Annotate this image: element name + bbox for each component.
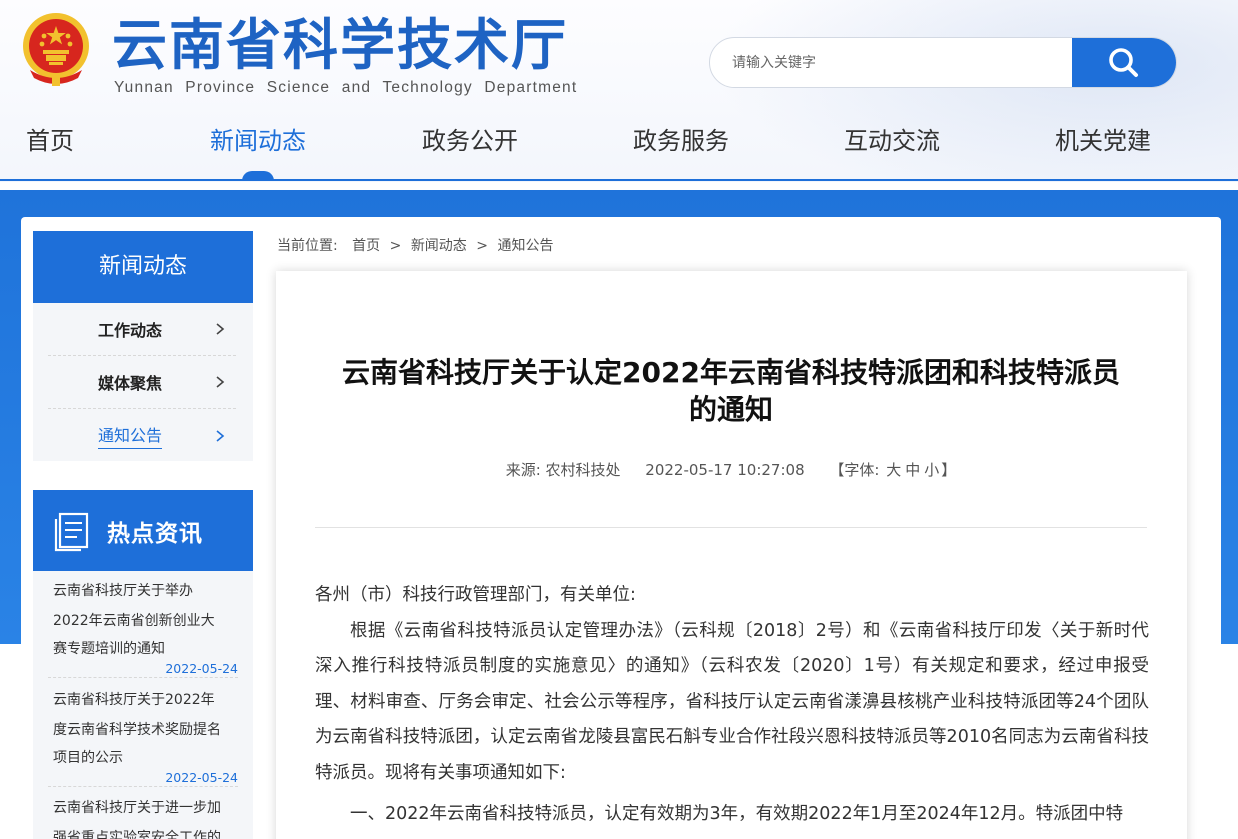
hot-news-item-title-line: 赛专题培训的通知 [53, 641, 165, 657]
breadcrumb-separator: > [389, 238, 402, 254]
breadcrumb-link-home[interactable]: 首页 [352, 238, 380, 254]
hot-news-item-title-line: 云南省科技厅关于进一步加 [53, 800, 221, 816]
font-size-medium-link[interactable]: 中 [905, 461, 920, 479]
sidebar-item-label: 通知公告 [98, 422, 163, 449]
hot-news-item-date: 2022-05-24 [165, 770, 238, 785]
hot-news-item[interactable]: 云南省科技厅关于2022年 度云南省科学技术奖励提名 项目的公示 2022-05… [48, 685, 238, 787]
hot-news-header: 热点资讯 [33, 490, 253, 571]
article-title-line: 的通知 [688, 393, 773, 426]
breadcrumb-link-notices[interactable]: 通知公告 [497, 238, 553, 254]
article-datetime: 2022-05-17 10:27:08 [645, 461, 805, 479]
hot-news-item-title-line: 强省重点实验室安全工作的 [53, 830, 221, 839]
hot-news-item[interactable]: 云南省科技厅关于进一步加 强省重点实验室安全工作的 [48, 793, 238, 839]
article-salutation: 各州（市）科技行政管理部门，有关单位: [315, 585, 636, 605]
nav-item-government-services[interactable]: 政务服务 [633, 118, 729, 164]
search-button[interactable] [1072, 38, 1176, 87]
hot-news-item-date: 2022-05-24 [165, 661, 238, 676]
site-title: 云南省科学技术厅 [112, 13, 569, 77]
sidebar-item-work-news[interactable]: 工作动态 [48, 303, 236, 356]
sidebar-item-notices[interactable]: 通知公告 [48, 409, 236, 462]
chevron-right-icon [216, 323, 225, 335]
font-size-switcher: 【字体: 大中小】 [829, 461, 956, 479]
sidebar-title: 新闻动态 [33, 231, 253, 303]
hot-news-item-title-line: 云南省科技厅关于2022年 [53, 692, 215, 708]
sidebar-menu: 工作动态 媒体聚焦 通知公告 [33, 303, 253, 461]
sidebar-item-media-focus[interactable]: 媒体聚焦 [48, 356, 236, 409]
article-paragraph: 一、2022年云南省科技特派员，认定有效期为3年，有效期2022年1月至2024… [350, 804, 1124, 824]
chevron-right-icon [216, 429, 225, 442]
search-box [709, 37, 1177, 88]
article-paragraph: 根据《云南省科技特派员认定管理办法》（云科规〔2018〕2号）和《云南省科技厅印… [315, 620, 1149, 783]
hot-news-list: 云南省科技厅关于举办 2022年云南省创新创业大 赛专题培训的通知 2022-0… [33, 571, 253, 839]
hot-news-item[interactable]: 云南省科技厅关于举办 2022年云南省创新创业大 赛专题培训的通知 2022-0… [48, 576, 238, 678]
sidebar-item-label: 媒体聚焦 [98, 374, 163, 393]
breadcrumb: 当前位置: 首页 > 新闻动态 > 通知公告 [277, 235, 553, 255]
nav-item-interaction[interactable]: 互动交流 [844, 118, 940, 164]
hot-news-title: 热点资讯 [107, 520, 203, 547]
breadcrumb-separator: > [476, 238, 488, 254]
search-icon [1109, 47, 1138, 77]
nav-item-party-building[interactable]: 机关党建 [1055, 118, 1151, 164]
article-source: 来源: 农村科技处 [505, 461, 621, 479]
document-icon [54, 512, 89, 551]
hot-news-item-title-line: 项目的公示 [53, 750, 123, 766]
nav-item-news[interactable]: 新闻动态 [210, 118, 306, 164]
hot-news-item-title-line: 度云南省科学技术奖励提名 [53, 722, 221, 738]
search-input[interactable] [710, 38, 1072, 87]
hot-news-item-title-line: 2022年云南省创新创业大 [53, 613, 215, 629]
font-size-small-link[interactable]: 小 [924, 461, 939, 479]
article-meta: 来源: 农村科技处 2022-05-17 10:27:08 【字体: 大中小】 [315, 459, 1147, 480]
sidebar-item-label: 工作动态 [98, 321, 163, 340]
font-size-label: 【字体: [829, 461, 880, 479]
national-emblem-icon [23, 13, 89, 86]
breadcrumb-link-news[interactable]: 新闻动态 [411, 238, 467, 254]
chevron-right-icon [216, 376, 225, 388]
article-divider [315, 527, 1147, 528]
breadcrumb-prefix: 当前位置: [277, 238, 338, 254]
main-nav: 首页 新闻动态 政务公开 政务服务 互动交流 机关党建 [0, 118, 1238, 164]
article-title-line: 云南省科技厅关于认定2022年云南省科技特派团和科技特派员 [342, 356, 1120, 389]
article-body: 各州（市）科技行政管理部门，有关单位: 根据《云南省科技特派员认定管理办法》（云… [315, 578, 1149, 833]
hot-news-item-title-line: 云南省科技厅关于举办 [53, 583, 193, 599]
nav-underline [0, 179, 1238, 181]
nav-item-government-affairs[interactable]: 政务公开 [422, 118, 518, 164]
site-subtitle: Yunnan Province Science and Technology D… [114, 79, 578, 96]
font-size-close: 】 [941, 461, 957, 479]
site-header: 云南省科学技术厅 Yunnan Province Science and Tec… [0, 0, 1238, 182]
nav-item-home[interactable]: 首页 [26, 118, 74, 164]
article-title: 云南省科技厅关于认定2022年云南省科技特派团和科技特派员 的通知 [315, 354, 1147, 428]
font-size-large-link[interactable]: 大 [886, 461, 901, 479]
